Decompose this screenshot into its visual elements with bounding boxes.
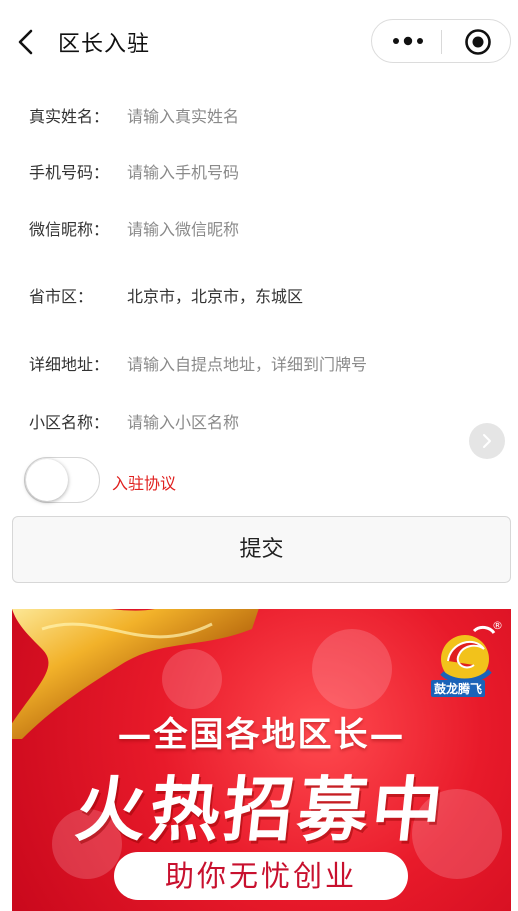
nav-bar: 区长入驻 xyxy=(0,0,518,84)
page-title: 区长入驻 xyxy=(58,32,151,57)
region-picker[interactable]: 北京市，北京市，东城区 xyxy=(127,283,303,307)
phone-row: 手机号码： 请输入手机号码 xyxy=(0,151,518,191)
community-label: 小区名称： xyxy=(29,413,110,432)
brand-logo-text: 鼓龙腾飞 xyxy=(431,680,486,697)
banner-headline: 火热招募中 xyxy=(71,769,451,851)
submit-button[interactable]: 提交 xyxy=(12,516,511,583)
phone-input[interactable]: 请输入手机号码 xyxy=(127,159,239,183)
wechat-nickname-label: 微信昵称： xyxy=(29,220,110,239)
region-row: 省市区： 北京市，北京市，东城区 xyxy=(0,275,518,315)
address-row: 详细地址： 请输入自提点地址，详细到门牌号 xyxy=(0,343,518,383)
phone-label: 手机号码： xyxy=(29,163,110,182)
toggle-knob xyxy=(26,459,68,501)
agreement-toggle[interactable] xyxy=(24,457,100,503)
back-arrow-icon[interactable] xyxy=(14,27,40,57)
wechat-nickname-row: 微信昵称： 请输入微信昵称 xyxy=(0,208,518,248)
community-row: 小区名称： 请输入小区名称 xyxy=(0,401,518,441)
name-row: 真实姓名： 请输入真实姓名 xyxy=(0,95,518,135)
community-input[interactable]: 请输入小区名称 xyxy=(127,409,239,433)
registered-mark: ® xyxy=(492,619,503,632)
chevron-right-icon[interactable] xyxy=(469,423,505,459)
capsule-divider xyxy=(441,30,442,54)
banner-slogan: 助你无忧创业 xyxy=(114,852,408,900)
banner-subtitle: —全国各地区长— xyxy=(117,715,406,755)
wechat-nickname-input[interactable]: 请输入微信昵称 xyxy=(127,216,239,240)
region-label: 省市区： xyxy=(29,287,94,306)
mini-program-close-icon[interactable] xyxy=(464,28,492,56)
recruitment-banner[interactable]: ® 鼓龙腾飞 —全国各地区长— 火热招募中 助你无忧创业 xyxy=(12,609,511,911)
address-input[interactable]: 请输入自提点地址，详细到门牌号 xyxy=(127,351,367,375)
more-dots-icon[interactable] xyxy=(388,28,428,54)
name-input[interactable]: 请输入真实姓名 xyxy=(127,103,239,127)
agreement-link[interactable]: 入驻协议 xyxy=(112,470,176,494)
bokeh-decoration xyxy=(312,629,392,709)
address-label: 详细地址： xyxy=(29,355,110,374)
mini-program-capsule xyxy=(371,19,511,63)
name-label: 真实姓名： xyxy=(29,107,110,126)
